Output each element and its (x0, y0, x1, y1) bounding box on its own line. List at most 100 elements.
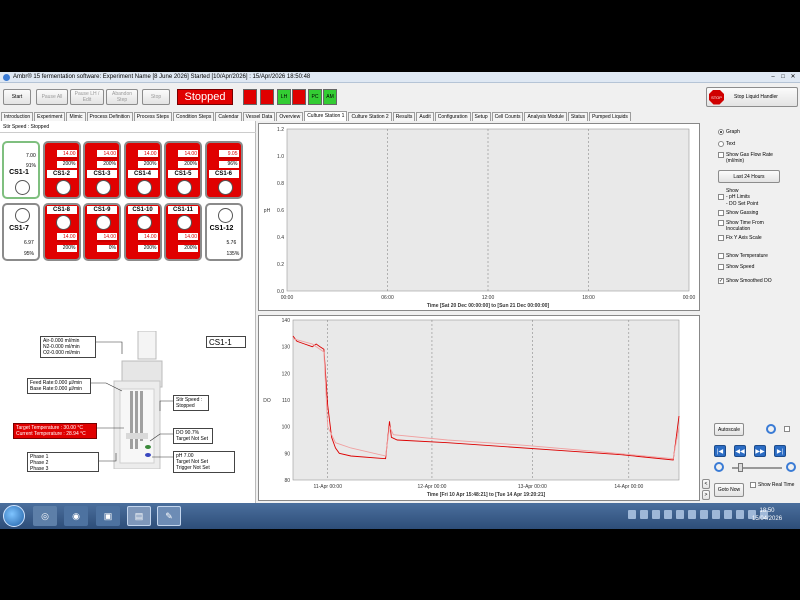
tab-vessel-data[interactable]: Vessel Data (242, 112, 276, 121)
next-page-icon[interactable]: ▶▶ (754, 445, 766, 457)
start-button[interactable]: Start (3, 89, 31, 105)
tab-calendar[interactable]: Calendar (215, 112, 242, 121)
do-bar: 200% (137, 245, 158, 252)
stir-speed-value: Stopped (176, 403, 195, 409)
vessel-tile[interactable]: CS1-10 14.00 200% (123, 203, 162, 261)
vessel-tile[interactable]: 14.00 200% CS1-4 (123, 141, 162, 199)
tab-analysis-module[interactable]: Analysis Module (524, 112, 567, 121)
tray-icon-9[interactable] (724, 510, 732, 519)
tab-condition-steps[interactable]: Condition Steps (173, 112, 215, 121)
media-player-icon[interactable]: ◎ (33, 506, 57, 526)
graph-radio[interactable]: Graph (718, 129, 740, 135)
start-orb-icon[interactable] (3, 505, 25, 527)
tab-culture-station-1[interactable]: Culture Station 1 (304, 111, 348, 121)
show-time-inoculation-checkbox[interactable]: Show Time From Inoculation (718, 220, 780, 232)
tab-setup[interactable]: Setup (471, 112, 491, 121)
fix-y-axis-label: Fix Y Axis Scale (726, 235, 762, 241)
show-gassing-checkbox[interactable]: Show Gassing (718, 210, 758, 216)
scroll-left-button[interactable]: < (702, 479, 710, 489)
vessel-tile[interactable]: CS1-7 6.97 95% (2, 203, 40, 261)
show-speed-checkbox[interactable]: Show Speed (718, 264, 754, 270)
do-setpoint-checkbox[interactable]: - DO Set Point (718, 201, 758, 207)
remote-desktop-icon[interactable]: ▣ (96, 506, 120, 526)
pause-all-button[interactable]: Pause All (36, 89, 68, 105)
tab-status[interactable]: Status (567, 112, 589, 121)
zoom-slider-thumb[interactable] (738, 463, 743, 472)
ambr-app-icon[interactable]: ✎ (157, 506, 181, 526)
vessel-tile[interactable]: 14.00 200% CS1-2 (42, 141, 81, 199)
ph-chart-panel: 1.2 1.0 0.8 0.6 0.4 0.2 0.0 00:00 06:00 12:00 18:0… (258, 123, 700, 311)
maximize-icon[interactable]: □ (779, 73, 787, 81)
vessel-tile[interactable]: 9.05 96% CS1-6 (204, 141, 243, 199)
vessel-tile[interactable]: CS1-8 14.00 200% (42, 203, 81, 261)
taskbar-clock[interactable]: 18:50 15/04/2026 (752, 507, 782, 523)
abandon-step-button[interactable]: Abandon Step (106, 89, 138, 105)
vessel-tile[interactable]: 14.00 200% CS1-3 (83, 141, 121, 199)
last-page-icon[interactable]: ▶| (774, 445, 786, 457)
tab-results[interactable]: Results (392, 112, 416, 121)
show-gas-flow-box (718, 152, 724, 158)
tray-icon-5[interactable] (676, 510, 684, 519)
previous-page-icon[interactable]: ◀◀ (734, 445, 746, 457)
do-bar: 200% (178, 245, 198, 252)
graph-radio-dot (718, 129, 724, 135)
status-pill-4 (292, 89, 306, 105)
text-radio[interactable]: Text (718, 141, 735, 147)
tab-introduction[interactable]: Introduction (1, 112, 34, 121)
vessel-tile[interactable]: 14.00 200% CS1-5 (164, 141, 202, 199)
chrome-icon[interactable]: ◉ (64, 506, 88, 526)
vessel-label: CS1-10 (127, 206, 158, 214)
tray-icon-3[interactable] (652, 510, 660, 519)
fix-y-axis-checkbox[interactable]: Fix Y Axis Scale (718, 235, 762, 241)
minimize-icon[interactable]: – (769, 73, 777, 81)
x-tick-label: 00:00 (281, 295, 294, 301)
show-gas-flow-label: Show Gas Flow Rate (ml/min) (726, 152, 773, 164)
last-24-hours-button[interactable]: Last 24 Hours (718, 170, 780, 183)
tab-pumped-liquids[interactable]: Pumped Liquids (589, 112, 631, 121)
tab-culture-station-2[interactable]: Culture Station 2 (348, 112, 392, 121)
tray-icon-1[interactable] (628, 510, 636, 519)
tab-process-steps[interactable]: Process Steps (133, 112, 173, 121)
vessel-label: CS1-6 (208, 170, 239, 178)
tab-mimic[interactable]: Mimic (66, 112, 86, 121)
vessel-tile[interactable]: CS1-9 14.00 0% (83, 203, 121, 261)
vessel-tile[interactable]: CS1-11 14.00 200% (164, 203, 202, 261)
zoom-checkbox[interactable] (784, 426, 790, 432)
tab-process-definition[interactable]: Process Definition (86, 112, 133, 121)
zoom-out-icon[interactable] (714, 462, 724, 472)
tab-configuration[interactable]: Configuration (434, 112, 471, 121)
zoom-magnifier-icon[interactable] (766, 424, 776, 434)
window-title: Ambr® 15 fermentation software: Experime… (13, 74, 311, 80)
tab-experiment[interactable]: Experiment (34, 112, 66, 121)
do-bar: 200% (56, 161, 77, 168)
vessel-status-circle (136, 215, 152, 230)
tab-overview[interactable]: Overview (276, 112, 304, 121)
pause-lh-edit-button[interactable]: Pause LH / Edit (70, 89, 104, 105)
first-page-icon[interactable]: |◀ (714, 445, 726, 457)
tray-icon-4[interactable] (664, 510, 672, 519)
tab-audit[interactable]: Audit (416, 112, 434, 121)
show-smoothed-do-checkbox[interactable]: ✓ Show Smoothed DO (718, 278, 772, 284)
scroll-right-button[interactable]: > (702, 490, 710, 500)
show-time-inoculation-label: Show Time From Inoculation (726, 220, 764, 232)
tab-cell-counts[interactable]: Cell Counts (491, 112, 524, 121)
show-real-time-checkbox[interactable]: Show Real Time (750, 482, 796, 488)
stop-liquid-handler-button[interactable]: STOP Stop Liquid Handler (706, 87, 798, 107)
tray-icon-10[interactable] (736, 510, 744, 519)
close-icon[interactable]: ✕ (789, 73, 797, 81)
file-explorer-icon[interactable]: ▤ (127, 506, 151, 526)
tray-icon-2[interactable] (640, 510, 648, 519)
tray-icon-8[interactable] (712, 510, 720, 519)
vessel-tile[interactable]: CS1-12 5.76 135% (204, 203, 243, 261)
tray-icon-7[interactable] (700, 510, 708, 519)
vessel-tile[interactable]: 7.00 91% CS1-1 (2, 141, 40, 199)
show-temperature-checkbox[interactable]: Show Temperature (718, 253, 768, 259)
goto-now-button[interactable]: Goto Now (714, 483, 744, 497)
show-gas-flow-checkbox[interactable]: Show Gas Flow Rate (ml/min) (718, 152, 780, 164)
autoscale-button[interactable]: Autoscale (714, 423, 744, 436)
tray-icon-6[interactable] (688, 510, 696, 519)
y-tick-label: 1.2 (277, 127, 284, 133)
zoom-in-icon[interactable] (786, 462, 796, 472)
ph-limits-checkbox[interactable]: - pH Limits (718, 194, 750, 200)
stop-button[interactable]: Stop (142, 89, 170, 105)
